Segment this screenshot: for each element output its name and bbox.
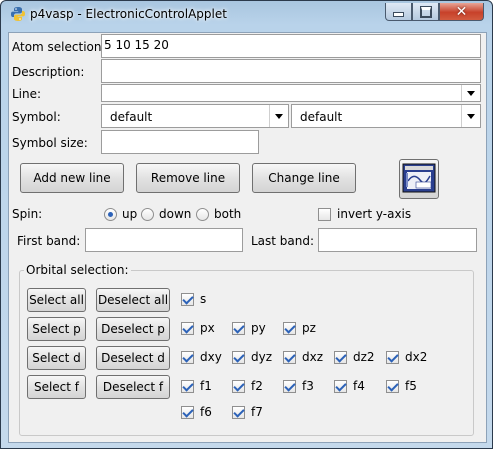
orbital-dz2-checkbox[interactable]	[334, 351, 347, 364]
spin-both-radio[interactable]	[196, 208, 209, 221]
orbital-dyz-label: dyz	[251, 350, 273, 364]
orbital-f2-label: f2	[251, 379, 263, 393]
orbital-f6-label: f6	[200, 405, 212, 419]
close-icon: ✕	[455, 3, 468, 20]
symbol-color-combobox-value: default	[300, 110, 343, 124]
symbol-color-combobox-dropdown[interactable]	[461, 105, 480, 127]
spin-up-label: up	[122, 207, 138, 221]
orbital-px-label: px	[200, 321, 215, 335]
orbital-dx2-label: dx2	[405, 350, 428, 364]
symbol-size-input[interactable]	[101, 130, 259, 154]
title-bar[interactable]: p4vasp - ElectronicControlApplet ✕	[2, 2, 493, 26]
orbital-dxy-label: dxy	[200, 350, 222, 364]
orbital-dxz-label: dxz	[302, 350, 324, 364]
deselect-f-button[interactable]: Deselect f	[96, 375, 170, 399]
orbital-pz-label: pz	[302, 321, 316, 335]
orbital-px-checkbox[interactable]	[181, 322, 194, 335]
orbital-dyz-checkbox[interactable]	[232, 351, 245, 364]
orbital-f2-checkbox[interactable]	[232, 380, 245, 393]
invert-y-axis-label: invert y-axis	[337, 207, 412, 221]
line-combobox-dropdown[interactable]	[461, 85, 480, 101]
spin-both-label: both	[214, 207, 242, 221]
window-title: p4vasp - ElectronicControlApplet	[30, 7, 227, 21]
orbital-s-checkbox[interactable]	[181, 293, 194, 306]
symbol-combobox-value: default	[110, 110, 153, 124]
orbital-f4-label: f4	[353, 379, 365, 393]
select-d-button[interactable]: Select d	[27, 346, 86, 370]
orbital-pz-checkbox[interactable]	[283, 322, 296, 335]
orbital-f4-checkbox[interactable]	[334, 380, 347, 393]
embed-graph-button[interactable]	[399, 159, 439, 199]
orbital-f3-label: f3	[302, 379, 314, 393]
select-p-button[interactable]: Select p	[27, 317, 86, 341]
orbital-f7-checkbox[interactable]	[232, 406, 245, 419]
chevron-down-icon	[467, 113, 475, 119]
orbital-dxy-checkbox[interactable]	[181, 351, 194, 364]
orbital-f1-label: f1	[200, 379, 212, 393]
description-input[interactable]	[101, 59, 481, 83]
python-icon	[10, 6, 26, 22]
close-button[interactable]: ✕	[439, 3, 484, 21]
deselect-d-button[interactable]: Deselect d	[96, 346, 170, 370]
select-f-button[interactable]: Select f	[27, 375, 86, 399]
chevron-down-icon	[275, 113, 283, 119]
orbital-f7-label: f7	[251, 405, 263, 419]
spin-label: Spin:	[12, 207, 43, 221]
embed-graph-icon	[402, 163, 436, 196]
last-band-input[interactable]	[318, 228, 477, 252]
symbol-color-combobox[interactable]: default	[291, 104, 481, 128]
orbital-selection-legend: Orbital selection:	[24, 263, 131, 277]
remove-line-button[interactable]: Remove line	[136, 163, 240, 193]
orbital-py-label: py	[251, 321, 266, 335]
orbital-dxz-checkbox[interactable]	[283, 351, 296, 364]
symbol-combobox[interactable]: default	[101, 104, 289, 128]
orbital-dx2-checkbox[interactable]	[386, 351, 399, 364]
change-line-button[interactable]: Change line	[252, 163, 356, 193]
orbital-f5-label: f5	[405, 379, 417, 393]
spin-up-radio[interactable]	[104, 208, 117, 221]
orbital-s-label: s	[200, 292, 207, 306]
select-all-button[interactable]: Select all	[27, 288, 86, 312]
orbital-dz2-label: dz2	[353, 350, 375, 364]
deselect-p-button[interactable]: Deselect p	[96, 317, 170, 341]
orbital-f6-checkbox[interactable]	[181, 406, 194, 419]
orbital-f3-checkbox[interactable]	[283, 380, 296, 393]
add-new-line-button[interactable]: Add new line	[20, 163, 124, 193]
spin-down-label: down	[159, 207, 192, 221]
symbol-label: Symbol:	[12, 110, 61, 124]
first-band-label: First band:	[17, 234, 81, 248]
symbol-combobox-dropdown[interactable]	[269, 105, 288, 127]
last-band-label: Last band:	[251, 234, 315, 248]
orbital-f1-checkbox[interactable]	[181, 380, 194, 393]
symbol-size-label: Symbol size:	[12, 136, 88, 150]
atom-selection-label: Atom selection:	[12, 40, 106, 54]
maximize-button[interactable]	[412, 3, 439, 21]
first-band-input[interactable]	[85, 228, 243, 252]
description-label: Description:	[12, 65, 85, 79]
orbital-f5-checkbox[interactable]	[386, 380, 399, 393]
orbital-py-checkbox[interactable]	[232, 322, 245, 335]
atom-selection-input[interactable]: 5 10 15 20	[101, 34, 481, 58]
line-label: Line:	[12, 87, 42, 101]
line-combobox[interactable]	[101, 84, 481, 102]
spin-down-radio[interactable]	[141, 208, 154, 221]
invert-y-axis-checkbox[interactable]	[318, 208, 331, 221]
minimize-button[interactable]	[385, 3, 412, 21]
minimize-icon	[393, 12, 404, 17]
deselect-all-button[interactable]: Deselect all	[96, 288, 170, 312]
maximize-icon	[419, 5, 432, 18]
chevron-down-icon	[467, 90, 475, 96]
